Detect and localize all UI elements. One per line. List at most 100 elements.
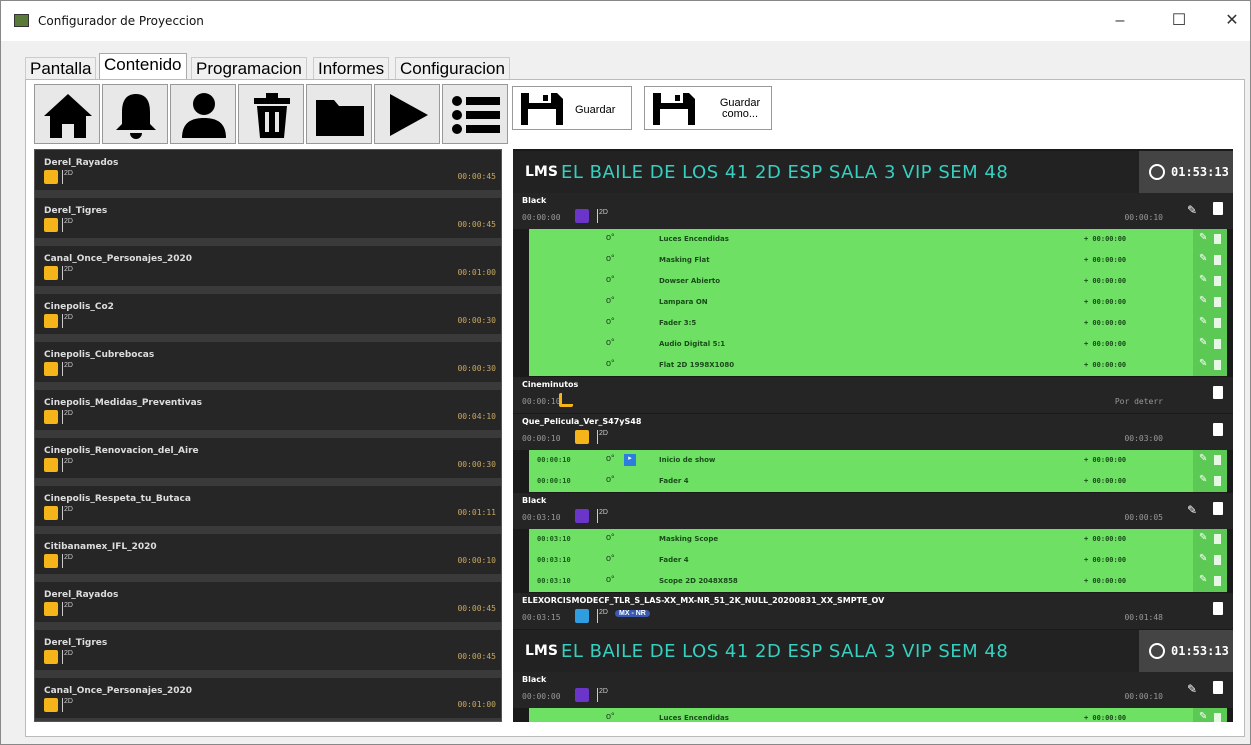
block-name: Black bbox=[522, 496, 547, 505]
list-item[interactable]: Derel_Tigres 2D 00:00:45 bbox=[35, 198, 501, 246]
cue-row[interactable]: o° Lampara ON + 00:00:00 ✎ bbox=[529, 292, 1227, 313]
format-2d-icon: 2D bbox=[62, 506, 74, 520]
format-2d-icon: 2D bbox=[62, 698, 74, 712]
home-button[interactable] bbox=[34, 84, 100, 144]
edit-icon[interactable]: ✎ bbox=[1199, 295, 1207, 306]
trash-icon[interactable] bbox=[1213, 202, 1223, 215]
trash-icon[interactable] bbox=[1214, 534, 1221, 544]
block-start: 00:00:00 bbox=[522, 692, 561, 701]
delete-button[interactable] bbox=[238, 84, 304, 144]
edit-icon[interactable]: ✎ bbox=[1199, 711, 1207, 722]
edit-icon[interactable]: ✎ bbox=[1187, 203, 1197, 217]
edit-icon[interactable]: ✎ bbox=[1199, 274, 1207, 285]
trash-icon[interactable] bbox=[1213, 502, 1223, 515]
playlist-block[interactable]: Black 00:03:10 2D 00:00:05 ✎ bbox=[513, 493, 1233, 529]
list-item[interactable]: Derel_Tigres 2D 00:00:45 bbox=[35, 630, 501, 678]
edit-icon[interactable]: ✎ bbox=[1187, 682, 1197, 696]
cue-row[interactable]: o° Fader 3:5 + 00:00:00 ✎ bbox=[529, 313, 1227, 334]
edit-icon[interactable]: ✎ bbox=[1199, 358, 1207, 369]
cue-row[interactable]: 00:03:10 o° Scope 2D 2048X858 + 00:00:00 ✎ bbox=[529, 571, 1227, 592]
edit-icon[interactable]: ✎ bbox=[1199, 337, 1207, 348]
playlist-block[interactable]: Cineminutos 00:00:10 Por deterr bbox=[513, 377, 1233, 413]
trash-icon[interactable] bbox=[1214, 576, 1221, 586]
format-2d-icon: 2D bbox=[62, 218, 74, 232]
list-item[interactable]: Cinepolis_Renovacion_del_Aire 2D 00:00:30 bbox=[35, 438, 501, 486]
cue-row[interactable]: 00:03:10 o° Fader 4 + 00:00:00 ✎ bbox=[529, 550, 1227, 571]
list-item[interactable]: Derel_Rayados 2D 00:00:45 bbox=[35, 150, 501, 198]
list-item[interactable]: Citibanamex_IFL_2020 2D 00:00:10 bbox=[35, 534, 501, 582]
trash-icon[interactable] bbox=[1213, 386, 1223, 399]
trash-icon[interactable] bbox=[1214, 255, 1221, 265]
cue-row[interactable]: 00:03:10 o° Masking Scope + 00:00:00 ✎ bbox=[529, 529, 1227, 550]
trash-icon[interactable] bbox=[1213, 423, 1223, 436]
playlist-block[interactable]: Que_Pelicula_Ver_S47yS48 00:00:10 2D 00:… bbox=[513, 414, 1233, 450]
cue-offset: + 00:00:00 bbox=[1084, 456, 1127, 464]
maximize-button[interactable]: ☐ bbox=[1164, 9, 1194, 33]
cue-row[interactable]: o° Masking Flat + 00:00:00 ✎ bbox=[529, 250, 1227, 271]
cue-row[interactable]: o° Luces Encendidas + 00:00:00 ✎ bbox=[529, 229, 1227, 250]
cue-time: 00:03:10 bbox=[537, 535, 571, 543]
play-button[interactable] bbox=[374, 84, 440, 144]
edit-icon[interactable]: ✎ bbox=[1199, 553, 1207, 564]
item-name: Cinepolis_Renovacion_del_Aire bbox=[44, 446, 199, 456]
trash-icon[interactable] bbox=[1214, 276, 1221, 286]
list-item[interactable]: Cinepolis_Cubrebocas 2D 00:00:30 bbox=[35, 342, 501, 390]
cue-row[interactable]: 00:00:10 o° ▸ Inicio de show + 00:00:00 ✎ bbox=[529, 450, 1227, 471]
format-2d-icon: 2D bbox=[62, 650, 74, 664]
playlist-block[interactable]: ELEXORCISMODECF_TLR_S_LAS-XX_MX-NR_51_2K… bbox=[513, 593, 1233, 629]
trash-icon[interactable] bbox=[1213, 681, 1223, 694]
notifications-button[interactable] bbox=[102, 84, 168, 144]
edit-icon[interactable]: ✎ bbox=[1199, 474, 1207, 485]
cue-actions: ✎ bbox=[1193, 550, 1227, 571]
user-button[interactable] bbox=[170, 84, 236, 144]
trash-icon[interactable] bbox=[1214, 339, 1221, 349]
bell-icon bbox=[116, 94, 156, 139]
edit-icon[interactable]: ✎ bbox=[1199, 574, 1207, 585]
trash-icon[interactable] bbox=[1213, 602, 1223, 615]
edit-icon[interactable]: ✎ bbox=[1199, 253, 1207, 264]
trash-icon[interactable] bbox=[1214, 297, 1221, 307]
list-item[interactable]: Cinepolis_Co2 2D 00:00:30 bbox=[35, 294, 501, 342]
cue-row[interactable]: o° Flat 2D 1998X1080 + 00:00:00 ✎ bbox=[529, 355, 1227, 376]
edit-icon[interactable]: ✎ bbox=[1199, 532, 1207, 543]
list-item[interactable]: Cinepolis_Medidas_Preventivas 2D 00:04:10 bbox=[35, 390, 501, 438]
trash-icon[interactable] bbox=[1214, 360, 1221, 370]
tab-pantalla[interactable]: Pantalla bbox=[25, 57, 97, 79]
cue-actions: ✎ bbox=[1193, 271, 1227, 292]
cue-row[interactable]: o° Luces Encendidas + 00:00:00 ✎ bbox=[529, 708, 1227, 722]
edit-icon[interactable]: ✎ bbox=[1199, 453, 1207, 464]
minimize-button[interactable]: – bbox=[1105, 9, 1135, 33]
trash-icon[interactable] bbox=[1214, 555, 1221, 565]
list-item[interactable]: Canal_Once_Personajes_2020 2D 00:01:00 bbox=[35, 678, 501, 721]
edit-icon[interactable]: ✎ bbox=[1187, 503, 1197, 517]
playlist-block[interactable]: Black 00:00:00 2D 00:00:10 ✎ bbox=[513, 193, 1233, 229]
tab-programacion[interactable]: Programacion bbox=[191, 57, 307, 79]
tab-informes[interactable]: Informes bbox=[313, 57, 390, 79]
item-duration: 00:00:30 bbox=[457, 460, 496, 469]
edit-icon[interactable]: ✎ bbox=[1199, 316, 1207, 327]
save-button[interactable]: Guardar bbox=[512, 86, 632, 130]
open-folder-button[interactable] bbox=[306, 84, 372, 144]
list-item[interactable]: Canal_Once_Personajes_2020 2D 00:01:00 bbox=[35, 246, 501, 294]
trash-icon[interactable] bbox=[1214, 476, 1221, 486]
close-button[interactable]: ✕ bbox=[1217, 9, 1247, 33]
playlist-header: LMS EL BAILE DE LOS 41 2D ESP SALA 3 VIP… bbox=[513, 630, 1233, 672]
list-item[interactable]: Cinepolis_Respeta_tu_Butaca 2D 00:01:11 bbox=[35, 486, 501, 534]
trash-icon[interactable] bbox=[1214, 234, 1221, 244]
list-item[interactable]: Derel_Rayados 2D 00:00:45 bbox=[35, 582, 501, 630]
playlist-block[interactable]: Black 00:00:00 2D 00:00:10 ✎ bbox=[513, 672, 1233, 708]
trash-icon[interactable] bbox=[1214, 455, 1221, 465]
edit-icon[interactable]: ✎ bbox=[1199, 232, 1207, 243]
cue-row[interactable]: o° Dowser Abierto + 00:00:00 ✎ bbox=[529, 271, 1227, 292]
cue-row[interactable]: o° Audio Digital 5:1 + 00:00:00 ✎ bbox=[529, 334, 1227, 355]
trash-icon[interactable] bbox=[1214, 713, 1221, 722]
tab-contenido[interactable]: Contenido bbox=[99, 53, 187, 79]
list-button[interactable] bbox=[442, 84, 508, 144]
show-start-icon: ▸ bbox=[624, 454, 636, 466]
trash-icon[interactable] bbox=[1214, 318, 1221, 328]
cue-name: Dowser Abierto bbox=[659, 277, 721, 285]
tab-configuracion[interactable]: Configuracion bbox=[395, 57, 510, 79]
cue-offset: + 00:00:00 bbox=[1084, 714, 1127, 722]
cue-row[interactable]: 00:00:10 o° Fader 4 + 00:00:00 ✎ bbox=[529, 471, 1227, 492]
save-as-button[interactable]: Guardar como... bbox=[644, 86, 772, 130]
